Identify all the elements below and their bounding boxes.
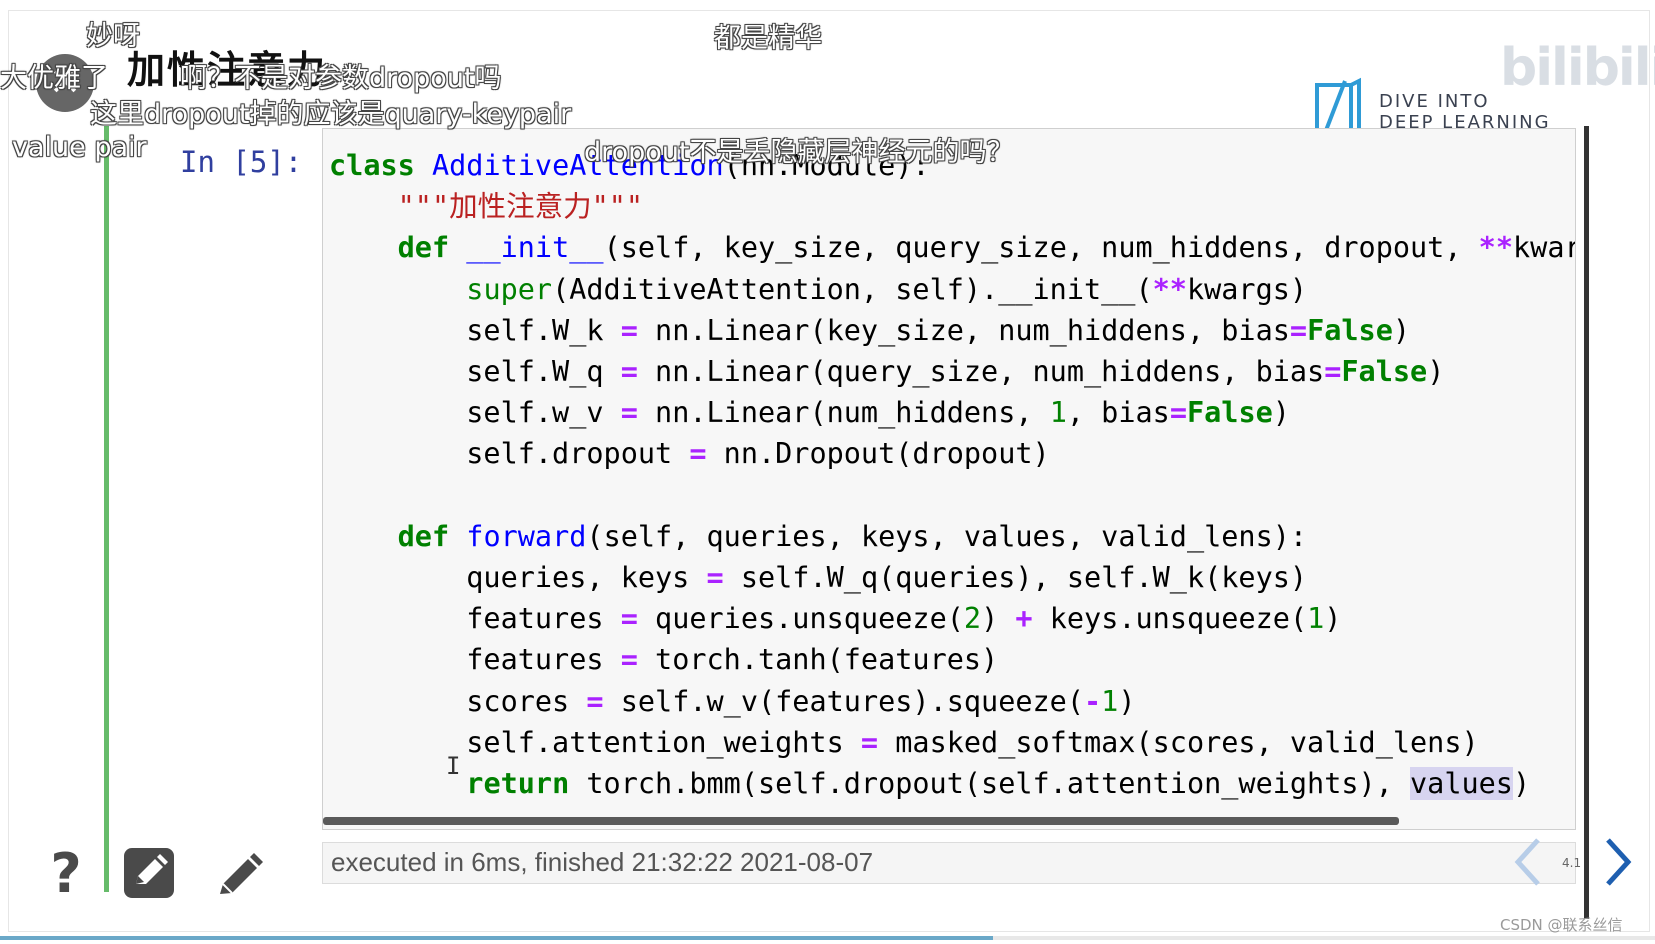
- chevron-left-icon: [1514, 838, 1540, 886]
- code-text[interactable]: class AdditiveAttention(nn.Module): """加…: [329, 145, 1575, 804]
- cell-prompt: In [5]:: [180, 145, 303, 179]
- help-icon: ?: [50, 842, 81, 905]
- progress-strip: [0, 936, 1655, 940]
- slide-edge-bar: [1584, 126, 1589, 919]
- danmaku-comment: 妙呀: [86, 21, 140, 52]
- next-slide-button[interactable]: [1598, 834, 1638, 900]
- draw-button[interactable]: [214, 848, 266, 900]
- prev-slide-button[interactable]: [1508, 834, 1548, 900]
- edit-cell-icon: [136, 854, 168, 884]
- danmaku-comment: 都是精华: [714, 23, 822, 54]
- cell-selected-bar: [104, 126, 109, 892]
- chevron-right-icon: [1606, 838, 1632, 886]
- danmaku-comment: 啊？不是对参数dropout吗: [180, 63, 502, 94]
- help-button[interactable]: ?: [40, 842, 92, 905]
- source-credit: CSDN @联系丝信: [1500, 916, 1623, 934]
- danmaku-comment: dropout不是丢隐藏层神经元的吗？: [584, 137, 1014, 168]
- edit-cell-button[interactable]: [124, 848, 174, 898]
- execution-info: executed in 6ms, finished 21:32:22 2021-…: [322, 842, 1576, 884]
- code-cell-input[interactable]: class AdditiveAttention(nn.Module): """加…: [322, 128, 1576, 830]
- danmaku-comment: 这里dropout掉的应该是quary-keypair: [90, 99, 572, 130]
- svg-text:?: ?: [50, 846, 81, 898]
- execution-time-text: executed in 6ms, finished 21:32:22 2021-…: [331, 847, 874, 877]
- text-cursor-icon: I: [446, 752, 461, 780]
- site-watermark: bilibili: [1500, 38, 1655, 98]
- danmaku-comment: 大优雅了: [0, 63, 108, 94]
- page-number: 4.1: [1562, 856, 1582, 870]
- horizontal-scrollbar[interactable]: [323, 817, 1399, 825]
- danmaku-comment: value pair: [12, 132, 147, 163]
- pencil-icon: [220, 853, 263, 894]
